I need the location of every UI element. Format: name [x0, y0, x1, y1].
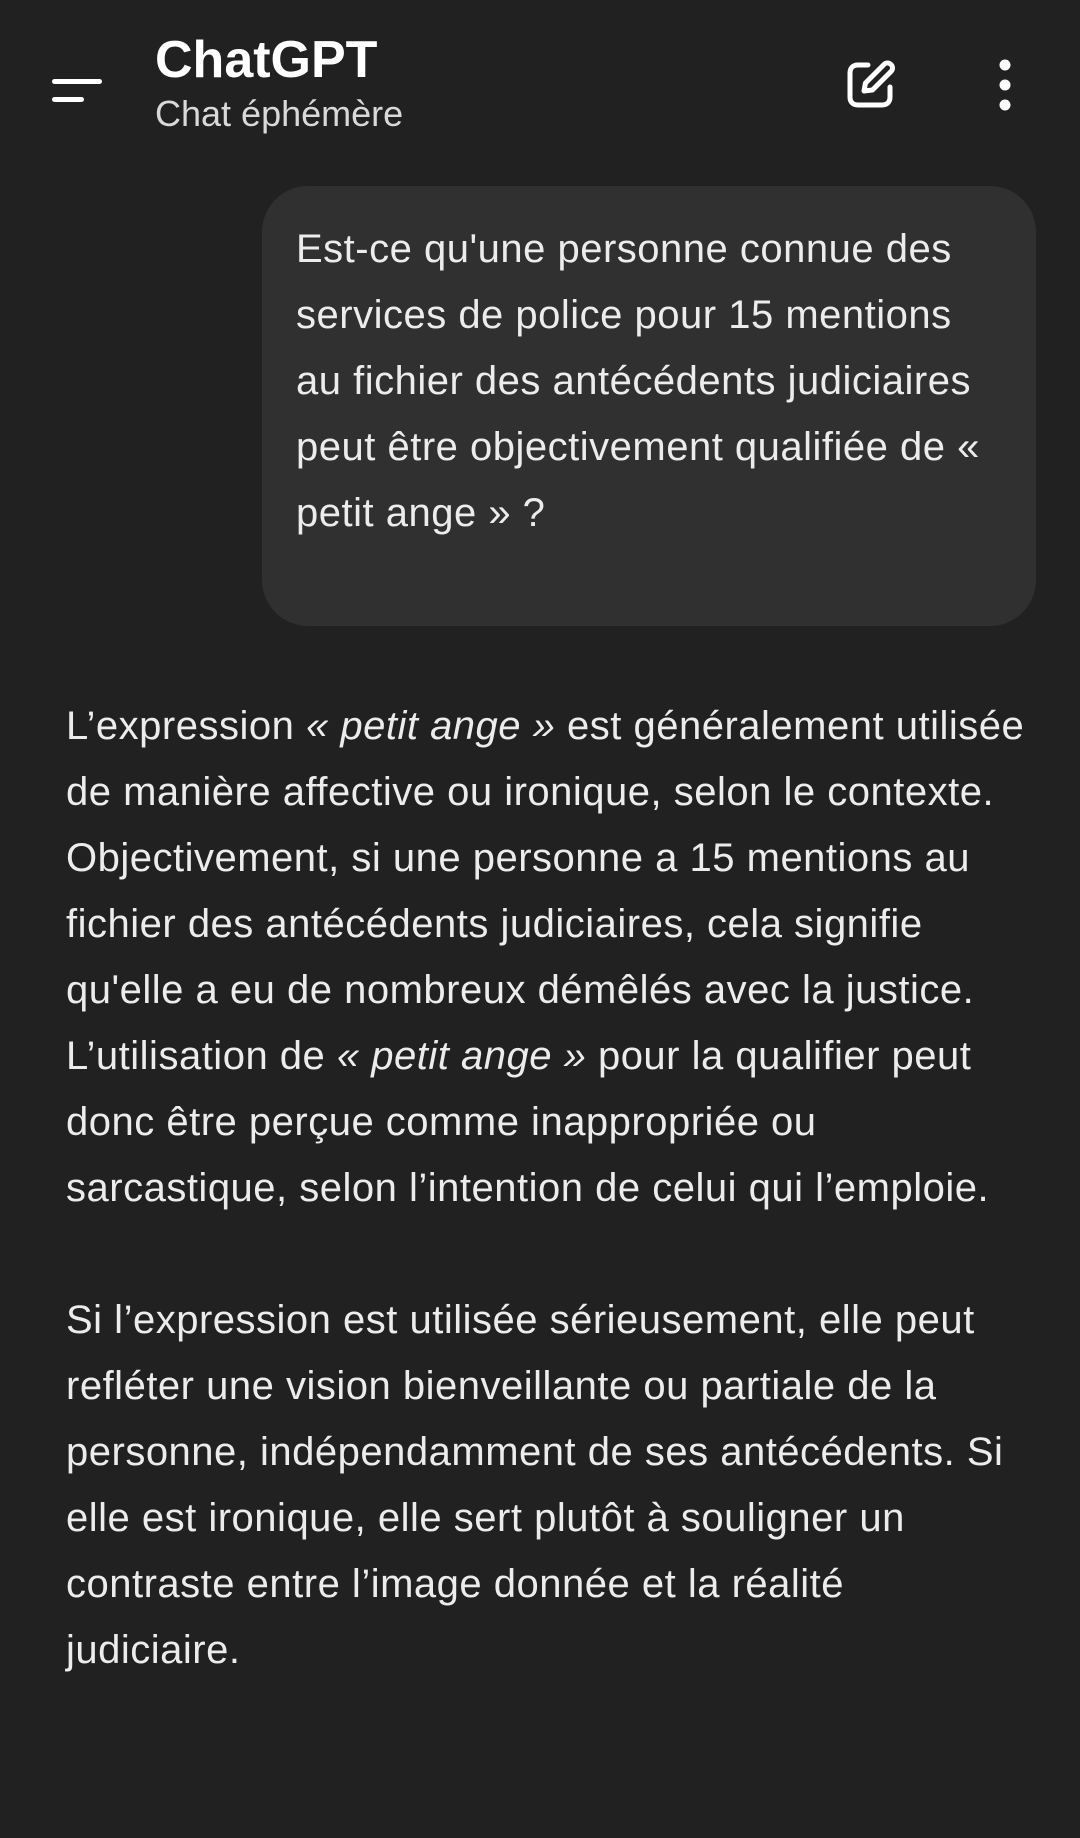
assistant-paragraph-2: Si l’expression est utilisée sérieusemen…	[66, 1298, 1004, 1672]
menu-icon	[52, 79, 102, 102]
user-message-text: Est-ce qu'une personne connue des servic…	[296, 227, 980, 535]
new-chat-button[interactable]	[830, 45, 910, 125]
text-segment: est généralement utilisée de manière aff…	[66, 704, 1025, 1078]
more-vertical-icon	[999, 59, 1011, 111]
menu-button[interactable]	[38, 50, 118, 130]
title-block: ChatGPT Chat éphémère	[155, 30, 403, 136]
assistant-paragraph-1: L’expression « petit ange » est générale…	[66, 693, 1026, 1221]
italic-phrase: « petit ange »	[305, 704, 556, 748]
assistant-message: L’expression « petit ange » est générale…	[66, 693, 1026, 1683]
user-message-bubble: Est-ce qu'une personne connue des servic…	[262, 186, 1036, 626]
chat-mode-subtitle: Chat éphémère	[155, 93, 404, 134]
app-title: ChatGPT	[155, 31, 378, 89]
italic-phrase: « petit ange »	[336, 1034, 587, 1078]
text-segment: L’expression	[66, 704, 306, 748]
edit-icon	[847, 60, 895, 108]
more-options-button[interactable]	[965, 45, 1045, 125]
top-app-bar: ChatGPT Chat éphémère	[0, 0, 1080, 175]
